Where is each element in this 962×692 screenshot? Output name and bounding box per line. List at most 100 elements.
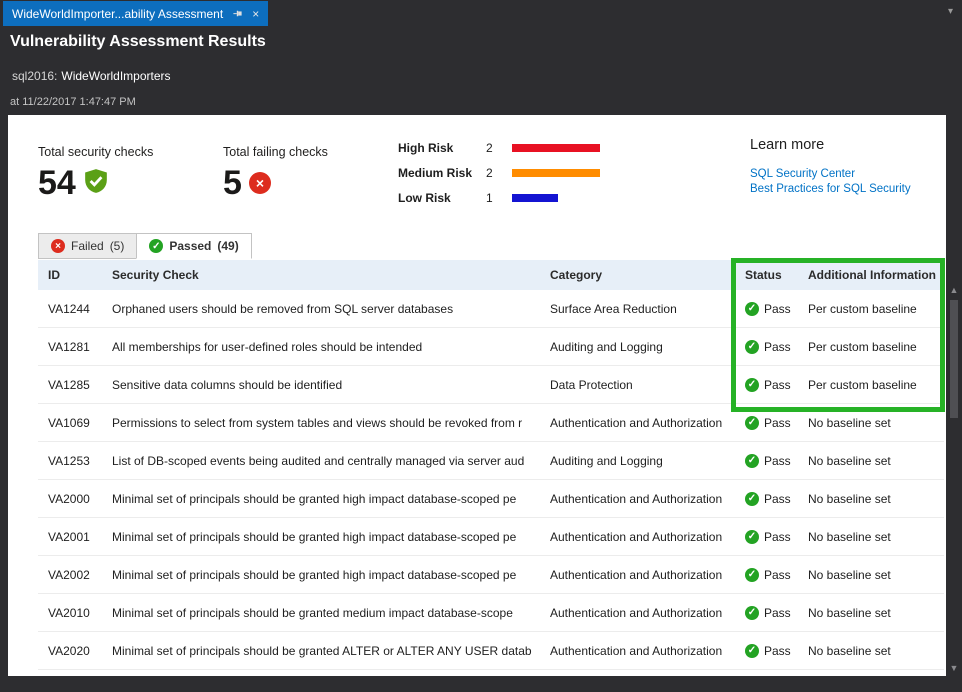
status-text: Pass (764, 378, 791, 392)
cell-security-check: Minimal set of principals should be gran… (102, 606, 540, 620)
cell-security-check: All memberships for user-defined roles s… (102, 340, 540, 354)
cell-category: Authentication and Authorization (540, 492, 735, 506)
pass-icon: ✓ (745, 606, 759, 620)
table-row[interactable]: VA2001 Minimal set of principals should … (38, 518, 944, 556)
column-header-category[interactable]: Category (540, 268, 735, 282)
cell-id: VA2001 (38, 530, 102, 544)
cell-category: Surface Area Reduction (540, 302, 735, 316)
cell-status: ✓ Pass (735, 302, 798, 316)
cell-category: Authentication and Authorization (540, 568, 735, 582)
table-row[interactable]: VA1281 All memberships for user-defined … (38, 328, 944, 366)
status-text: Pass (764, 644, 791, 658)
cell-additional-information: No baseline set (798, 606, 944, 620)
risk-count: 2 (486, 141, 504, 155)
fail-circle-icon: × (249, 172, 271, 194)
cell-additional-information: No baseline set (798, 454, 944, 468)
tab-passed[interactable]: ✓ Passed (49) (136, 233, 251, 259)
failing-checks-value: 5 (223, 166, 242, 200)
cell-additional-information: No baseline set (798, 568, 944, 582)
column-header-additional-information[interactable]: Additional Information (798, 268, 944, 282)
server-name: sql2016: (12, 69, 57, 83)
total-checks-label: Total security checks (38, 145, 153, 159)
table-row[interactable]: VA2000 Minimal set of principals should … (38, 480, 944, 518)
column-header-id[interactable]: ID (38, 268, 102, 282)
passed-tab-count: (49) (217, 239, 238, 253)
status-text: Pass (764, 568, 791, 582)
cell-security-check: Minimal set of principals should be gran… (102, 492, 540, 506)
close-icon[interactable]: × (252, 7, 259, 21)
risk-row: Medium Risk 2 (398, 160, 608, 185)
shield-check-icon (83, 167, 109, 200)
cell-status: ✓ Pass (735, 340, 798, 354)
total-security-checks: Total security checks 54 (38, 145, 153, 200)
failing-checks-label: Total failing checks (223, 145, 328, 159)
cell-additional-information: No baseline set (798, 416, 944, 430)
scroll-up-icon[interactable]: ▲ (946, 283, 962, 297)
tab-failed[interactable]: × Failed (5) (38, 233, 137, 259)
cell-category: Auditing and Logging (540, 454, 735, 468)
cell-id: VA2020 (38, 644, 102, 658)
column-header-security-check[interactable]: Security Check (102, 268, 540, 282)
risk-row: Low Risk 1 (398, 185, 608, 210)
tab-list-dropdown-icon[interactable]: ▾ (948, 6, 953, 17)
cell-id: VA1285 (38, 378, 102, 392)
risk-bar-track (512, 144, 608, 152)
cell-id: VA1281 (38, 340, 102, 354)
pin-icon[interactable] (232, 8, 243, 19)
table-row[interactable]: VA1253 List of DB-scoped events being au… (38, 442, 944, 480)
cell-category: Auditing and Logging (540, 340, 735, 354)
status-text: Pass (764, 454, 791, 468)
pass-icon: ✓ (745, 644, 759, 658)
results-panel: Total security checks 54 Total failing c… (8, 115, 946, 676)
table-row[interactable]: VA2020 Minimal set of principals should … (38, 632, 944, 670)
cell-category: Authentication and Authorization (540, 416, 735, 430)
results-table-body: VA1244 Orphaned users should be removed … (38, 290, 944, 670)
cell-additional-information: No baseline set (798, 644, 944, 658)
column-header-status[interactable]: Status (735, 268, 798, 282)
cell-status: ✓ Pass (735, 454, 798, 468)
cell-category: Data Protection (540, 378, 735, 392)
document-tab[interactable]: WideWorldImporter...ability Assessment × (3, 1, 268, 26)
vertical-scrollbar[interactable]: ▲ ▼ (946, 283, 962, 675)
cell-security-check: Minimal set of principals should be gran… (102, 568, 540, 582)
scrollbar-thumb[interactable] (950, 300, 958, 418)
risk-bar-track (512, 169, 608, 177)
scroll-down-icon[interactable]: ▼ (946, 661, 962, 675)
document-tab-strip: WideWorldImporter...ability Assessment ×… (0, 0, 962, 26)
table-row[interactable]: VA1069 Permissions to select from system… (38, 404, 944, 442)
risk-bar (512, 194, 558, 202)
result-filter-tabs: × Failed (5) ✓ Passed (49) (38, 233, 252, 259)
status-text: Pass (764, 530, 791, 544)
cell-additional-information: No baseline set (798, 530, 944, 544)
status-text: Pass (764, 302, 791, 316)
table-row[interactable]: VA1285 Sensitive data columns should be … (38, 366, 944, 404)
cell-status: ✓ Pass (735, 606, 798, 620)
database-name: WideWorldImporters (61, 69, 170, 83)
status-text: Pass (764, 340, 791, 354)
total-checks-value: 54 (38, 166, 76, 200)
table-row[interactable]: VA2010 Minimal set of principals should … (38, 594, 944, 632)
status-text: Pass (764, 416, 791, 430)
cell-status: ✓ Pass (735, 568, 798, 582)
link-sql-security-center[interactable]: SQL Security Center (750, 167, 911, 182)
learn-more-section: Learn more SQL Security Center Best Prac… (750, 137, 911, 197)
link-best-practices[interactable]: Best Practices for SQL Security (750, 182, 911, 197)
cell-category: Authentication and Authorization (540, 530, 735, 544)
cell-id: VA1069 (38, 416, 102, 430)
passed-tab-icon: ✓ (149, 239, 163, 253)
document-tab-title: WideWorldImporter...ability Assessment (12, 7, 223, 21)
risk-bar (512, 169, 600, 177)
table-row[interactable]: VA2002 Minimal set of principals should … (38, 556, 944, 594)
pass-icon: ✓ (745, 340, 759, 354)
cell-security-check: Minimal set of principals should be gran… (102, 530, 540, 544)
cell-id: VA2000 (38, 492, 102, 506)
cell-status: ✓ Pass (735, 416, 798, 430)
cell-status: ✓ Pass (735, 378, 798, 392)
status-text: Pass (764, 492, 791, 506)
risk-count: 2 (486, 166, 504, 180)
table-row[interactable]: VA1244 Orphaned users should be removed … (38, 290, 944, 328)
cell-security-check: Minimal set of principals should be gran… (102, 644, 540, 658)
cell-status: ✓ Pass (735, 644, 798, 658)
pass-icon: ✓ (745, 378, 759, 392)
risk-label: High Risk (398, 141, 478, 155)
